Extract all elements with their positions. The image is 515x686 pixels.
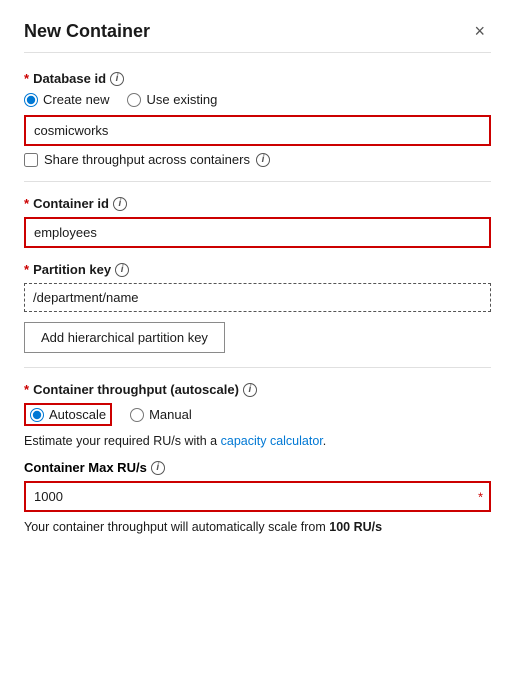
bottom-text: Your container throughput will automatic…: [24, 520, 491, 534]
use-existing-radio-label[interactable]: Use existing: [127, 92, 217, 107]
throughput-section: * Container throughput (autoscale) i Aut…: [24, 382, 491, 534]
database-id-label: * Database id i: [24, 71, 491, 86]
estimate-text: Estimate your required RU/s with a capac…: [24, 434, 491, 448]
max-ru-info-icon[interactable]: i: [151, 461, 165, 475]
partition-key-section: * Partition key i Add hierarchical parti…: [24, 262, 491, 353]
container-id-label: * Container id i: [24, 196, 491, 211]
throughput-radio-group: Autoscale Manual: [24, 403, 491, 426]
container-id-required: *: [24, 196, 29, 211]
container-id-input[interactable]: [24, 217, 491, 248]
use-existing-radio[interactable]: [127, 93, 141, 107]
close-button[interactable]: ×: [468, 20, 491, 42]
container-id-section: * Container id i: [24, 196, 491, 248]
database-id-section: * Database id i Create new Use existing …: [24, 71, 491, 167]
database-id-info-icon[interactable]: i: [110, 72, 124, 86]
database-id-input[interactable]: [24, 115, 491, 146]
new-container-dialog: New Container × * Database id i Create n…: [0, 0, 515, 686]
database-id-required: *: [24, 71, 29, 86]
share-throughput-info-icon[interactable]: i: [256, 153, 270, 167]
throughput-required: *: [24, 382, 29, 397]
share-throughput-checkbox[interactable]: [24, 153, 38, 167]
manual-radio-label[interactable]: Manual: [130, 407, 192, 422]
capacity-calculator-link[interactable]: capacity calculator: [221, 434, 323, 448]
partition-key-info-icon[interactable]: i: [115, 263, 129, 277]
throughput-info-icon[interactable]: i: [243, 383, 257, 397]
throughput-label: * Container throughput (autoscale) i: [24, 382, 491, 397]
dialog-header: New Container ×: [24, 20, 491, 53]
share-throughput-row: Share throughput across containers i: [24, 152, 491, 167]
manual-radio[interactable]: [130, 408, 144, 422]
max-ru-input-container: *: [24, 481, 491, 512]
create-new-radio-label[interactable]: Create new: [24, 92, 109, 107]
container-id-info-icon[interactable]: i: [113, 197, 127, 211]
autoscale-radio[interactable]: [30, 408, 44, 422]
partition-key-label: * Partition key i: [24, 262, 491, 277]
create-new-radio[interactable]: [24, 93, 38, 107]
max-ru-input[interactable]: [24, 481, 491, 512]
autoscale-box: Autoscale: [24, 403, 112, 426]
partition-key-input[interactable]: [24, 283, 491, 312]
database-id-radio-group: Create new Use existing: [24, 92, 491, 107]
partition-key-required: *: [24, 262, 29, 277]
max-ru-required-star: *: [478, 489, 483, 504]
autoscale-radio-label[interactable]: Autoscale: [30, 407, 106, 422]
max-ru-label: Container Max RU/s i: [24, 460, 491, 475]
add-hierarchical-button[interactable]: Add hierarchical partition key: [24, 322, 225, 353]
dialog-title: New Container: [24, 21, 150, 42]
